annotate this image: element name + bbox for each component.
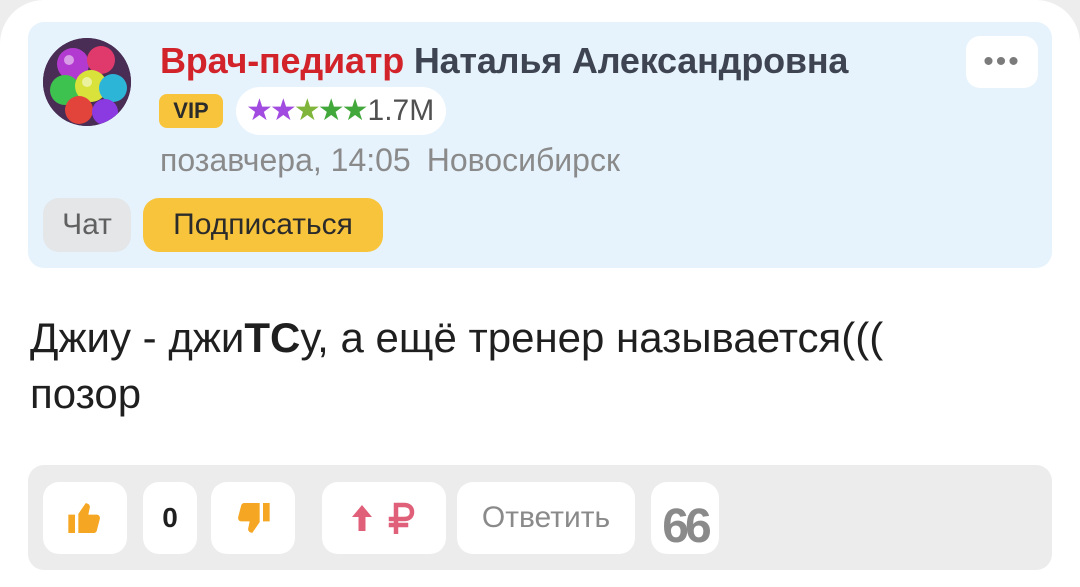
chat-button[interactable]: Чат xyxy=(43,198,131,252)
rating-value: 1.7M xyxy=(367,94,435,127)
quote-icon: 66 xyxy=(662,499,711,553)
star-icon: ★ xyxy=(246,94,273,127)
post-meta: позавчера, 14:05 Новосибирск xyxy=(160,142,620,179)
author-role: Врач-педиатр xyxy=(160,40,404,81)
star-icon: ★ xyxy=(269,94,297,127)
thumbs-down-icon xyxy=(238,503,270,533)
likes-count: 0 xyxy=(143,482,197,554)
author-name: Наталья Александровна xyxy=(413,40,849,81)
comment-text-part: Джиу - джи xyxy=(30,314,245,361)
dislike-button[interactable] xyxy=(211,482,295,554)
thumbs-up-icon xyxy=(68,503,100,533)
like-button[interactable] xyxy=(43,482,127,554)
arrow-up-icon xyxy=(352,505,372,531)
more-options-button[interactable]: ••• xyxy=(966,36,1038,88)
star-icon: ★ xyxy=(293,94,321,127)
stars-icon: ★ ★ ★ ★ ★ xyxy=(246,94,369,127)
vip-badge: VIP xyxy=(159,94,223,128)
author-name-line[interactable]: Врач-педиатр Наталья Александровна xyxy=(160,40,848,82)
avatar-image xyxy=(43,38,131,126)
comment-text-line2: позор xyxy=(30,370,142,417)
post-time: позавчера, 14:05 xyxy=(160,142,411,178)
quote-button[interactable]: 66 xyxy=(651,482,719,554)
reply-button[interactable]: Ответить xyxy=(457,482,635,554)
comment-text: Джиу - джиТСу, а ещё тренер называется((… xyxy=(30,310,1040,422)
comment-text-part: у, а ещё тренер называется((( xyxy=(300,314,884,361)
avatar[interactable] xyxy=(43,38,131,126)
boost-button[interactable] xyxy=(322,482,446,554)
rating-pill[interactable]: ★ ★ ★ ★ ★ 1.7M xyxy=(236,87,447,135)
more-dots-icon: ••• xyxy=(983,45,1021,78)
star-icon: ★ xyxy=(317,94,345,127)
comment-card: Врач-педиатр Наталья Александровна ••• V… xyxy=(0,0,1080,587)
subscribe-button[interactable]: Подписаться xyxy=(143,198,383,252)
star-icon: ★ xyxy=(341,94,369,127)
comment-text-bold: ТС xyxy=(244,314,301,361)
author-city: Новосибирск xyxy=(426,142,620,178)
ruble-icon xyxy=(388,502,415,534)
